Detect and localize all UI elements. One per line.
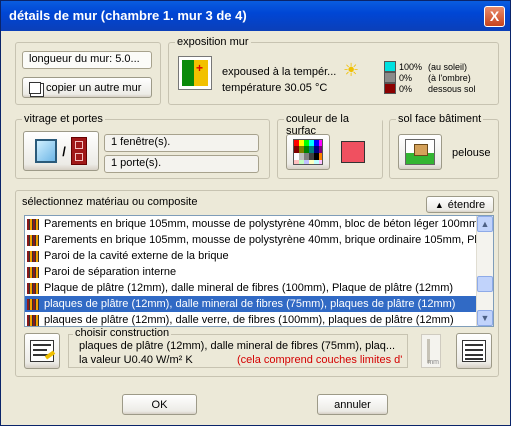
legend-desc-sun: (au soleil) bbox=[428, 61, 468, 72]
legend-row: 0% (à l'ombre) bbox=[384, 72, 476, 83]
copy-wall-label: copier un autre mur bbox=[46, 81, 142, 94]
layers-view-button[interactable] bbox=[456, 333, 492, 369]
construction-box: choisir construction plaques de plâtre (… bbox=[68, 327, 408, 368]
floor-type-button[interactable] bbox=[398, 134, 442, 170]
legend-pct-ground: 0% bbox=[399, 83, 413, 94]
material-icon bbox=[27, 314, 39, 326]
glazing-button[interactable]: / bbox=[23, 131, 99, 171]
legend-swatch-shade bbox=[384, 72, 396, 83]
wall-group: longueur du mur: 5.0... copier un autre … bbox=[15, 42, 161, 105]
material-icon bbox=[27, 234, 39, 246]
expand-label: étendre bbox=[447, 198, 486, 211]
close-icon: X bbox=[489, 8, 500, 24]
exposure-group: exposition mur + expoused à la tempér...… bbox=[168, 36, 499, 105]
material-icon bbox=[27, 282, 39, 294]
scroll-up-button[interactable]: ▲ bbox=[477, 216, 493, 232]
construction-edit-icon bbox=[30, 340, 56, 362]
scroll-thumb[interactable] bbox=[477, 276, 493, 292]
title-bar[interactable]: détails de mur (chambre 1. mur 3 de 4) X bbox=[1, 1, 510, 31]
close-button[interactable]: X bbox=[484, 6, 505, 27]
surface-color-group: couleur de la surfac bbox=[277, 113, 383, 179]
legend-swatch-ground bbox=[384, 83, 396, 94]
materials-list[interactable]: Parements en brique 105mm, mousse de pol… bbox=[24, 215, 494, 327]
list-item[interactable]: Paroi de la cavité externe de la brique bbox=[25, 248, 476, 264]
construction-editor-button[interactable] bbox=[24, 333, 60, 369]
exposure-label: exposition mur bbox=[175, 36, 251, 48]
list-item[interactable]: Plaque de plâtre (12mm), dalle mineral d… bbox=[25, 280, 476, 296]
surface-color-swatch[interactable] bbox=[341, 141, 365, 163]
color-palette-button[interactable] bbox=[286, 134, 330, 170]
legend-desc-shade: (à l'ombre) bbox=[428, 72, 471, 83]
layers-icon bbox=[462, 340, 486, 362]
wall-length-text: longueur du mur: 5.0... bbox=[29, 53, 140, 65]
exposed-text: expoused à la tempér... bbox=[222, 66, 337, 78]
list-item[interactable]: Parements en brique 105mm, mousse de pol… bbox=[25, 216, 476, 232]
materials-list-body: Parements en brique 105mm, mousse de pol… bbox=[25, 216, 476, 326]
materials-group: sélectionnez matériau ou composite ▲ éte… bbox=[15, 190, 499, 377]
dialog-window: détails de mur (chambre 1. mur 3 de 4) X… bbox=[0, 0, 511, 426]
windows-count-text: 1 fenêtre(s). bbox=[111, 136, 171, 148]
material-name: Parements en brique 105mm, mousse de pol… bbox=[44, 234, 476, 246]
legend-row: 0% dessous sol bbox=[384, 83, 476, 94]
door-icon bbox=[70, 137, 87, 165]
floor-group: sol face bâtiment pelouse bbox=[389, 113, 499, 179]
window-title: détails de mur (chambre 1. mur 3 de 4) bbox=[9, 8, 247, 23]
scroll-up-icon: ▲ bbox=[480, 219, 490, 229]
copy-wall-button[interactable]: copier un autre mur bbox=[22, 77, 152, 98]
material-name: Paroi de séparation interne bbox=[44, 266, 177, 278]
arrow-up-icon: ▲ bbox=[434, 199, 444, 210]
legend-pct-sun: 100% bbox=[399, 61, 423, 72]
material-name: plaques de plâtre (12mm), dalle verre, d… bbox=[44, 314, 454, 326]
cancel-label: annuler bbox=[334, 398, 371, 411]
ok-label: OK bbox=[151, 398, 168, 411]
sun-icon: ☀ bbox=[343, 60, 360, 80]
floor-label: sol face bâtiment bbox=[396, 113, 484, 125]
construction-note: (cela comprend couches limites d' bbox=[237, 354, 403, 366]
material-icon bbox=[27, 218, 39, 230]
doors-count-text: 1 porte(s). bbox=[111, 157, 162, 169]
legend-pct-shade: 0% bbox=[399, 72, 413, 83]
palette-icon bbox=[293, 139, 323, 165]
window-icon bbox=[35, 139, 58, 163]
scroll-down-button[interactable]: ▼ bbox=[477, 310, 493, 326]
construction-label: choisir construction bbox=[73, 327, 172, 339]
windows-count-field[interactable]: 1 fenêtre(s). bbox=[104, 134, 259, 152]
thickness-unit: mm bbox=[427, 359, 439, 366]
lawn-building-icon bbox=[405, 139, 435, 165]
temperature-text: température 30.05 °C bbox=[222, 82, 328, 94]
list-item[interactable]: plaques de plâtre (12mm), dalle verre, d… bbox=[25, 312, 476, 326]
legend-row: 100% (au soleil) bbox=[384, 61, 476, 72]
expand-button[interactable]: ▲ étendre bbox=[426, 196, 494, 213]
glazing-label: vitrage et portes bbox=[22, 113, 105, 125]
thickness-gauge: mm bbox=[421, 334, 441, 368]
material-name: Parements en brique 105mm, mousse de pol… bbox=[44, 218, 476, 230]
copy-icon bbox=[29, 81, 41, 94]
legend-desc-ground: dessous sol bbox=[428, 83, 476, 94]
exposure-legend: 100% (au soleil) 0% (à l'ombre) 0% desso… bbox=[384, 61, 476, 94]
construction-line1: plaques de plâtre (12mm), dalle mineral … bbox=[79, 340, 396, 352]
cancel-button[interactable]: annuler bbox=[317, 394, 388, 415]
material-name: Paroi de la cavité externe de la brique bbox=[44, 250, 229, 262]
doors-count-field[interactable]: 1 porte(s). bbox=[104, 155, 259, 173]
wall-length-field[interactable]: longueur du mur: 5.0... bbox=[22, 51, 152, 69]
glazing-separator: / bbox=[62, 143, 66, 159]
list-item[interactable]: Paroi de séparation interne bbox=[25, 264, 476, 280]
glazing-group: vitrage et portes / 1 fenêtre(s). 1 port… bbox=[15, 113, 270, 179]
legend-swatch-sun bbox=[384, 61, 396, 72]
material-icon bbox=[27, 250, 39, 262]
floor-value: pelouse bbox=[452, 147, 491, 159]
material-name: Plaque de plâtre (12mm), dalle mineral d… bbox=[44, 282, 454, 294]
materials-label: sélectionnez matériau ou composite bbox=[22, 196, 198, 208]
vertical-scrollbar[interactable]: ▲ ▼ bbox=[476, 216, 493, 326]
ok-button[interactable]: OK bbox=[122, 394, 197, 415]
list-item[interactable]: Parements en brique 105mm, mousse de pol… bbox=[25, 232, 476, 248]
list-item-selected[interactable]: plaques de plâtre (12mm), dalle mineral … bbox=[25, 296, 476, 312]
material-name: plaques de plâtre (12mm), dalle mineral … bbox=[44, 298, 456, 310]
material-icon bbox=[27, 298, 39, 310]
material-icon bbox=[27, 266, 39, 278]
scroll-down-icon: ▼ bbox=[480, 313, 490, 323]
construction-line2: la valeur U0.40 W/m² K bbox=[79, 354, 193, 366]
wall-exposure-icon[interactable]: + bbox=[178, 56, 212, 90]
